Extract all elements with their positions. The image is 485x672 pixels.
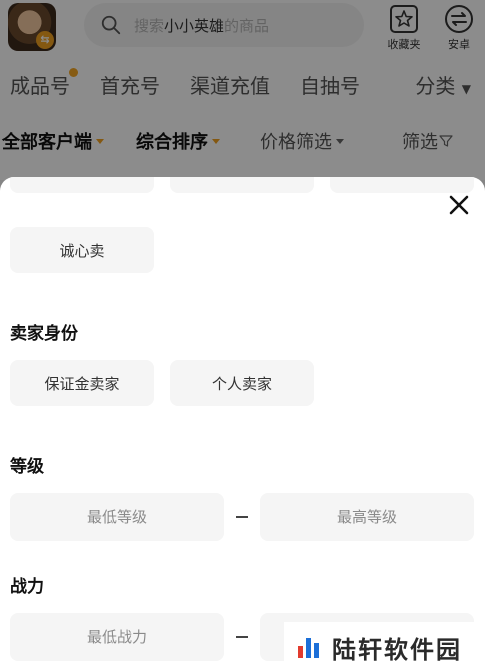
range-separator — [236, 516, 248, 518]
level-title: 等级 — [10, 457, 44, 477]
option-chip-hidden[interactable] — [10, 177, 154, 193]
power-min-input[interactable] — [10, 613, 224, 661]
power-title: 战力 — [10, 577, 44, 597]
close-icon[interactable] — [447, 193, 471, 217]
filter-sheet: 诚心卖 卖家身份 保证金卖家 个人卖家 等级 战力 — [0, 177, 485, 672]
level-min-input[interactable] — [10, 493, 224, 541]
option-chip-hidden[interactable] — [330, 177, 474, 193]
bar-chart-logo — [298, 638, 319, 658]
level-max-input[interactable] — [260, 493, 474, 541]
seller-identity-title: 卖家身份 — [10, 324, 78, 344]
range-separator — [236, 636, 248, 638]
watermark-text: 陆轩软件园 — [332, 635, 462, 664]
option-chip-hidden[interactable] — [170, 177, 314, 193]
option-chip-deposit-seller[interactable]: 保证金卖家 — [10, 360, 154, 406]
option-chip-sincere-sale[interactable]: 诚心卖 — [10, 227, 154, 273]
option-chip-personal-seller[interactable]: 个人卖家 — [170, 360, 314, 406]
watermark: 陆轩软件园 — [284, 622, 485, 672]
